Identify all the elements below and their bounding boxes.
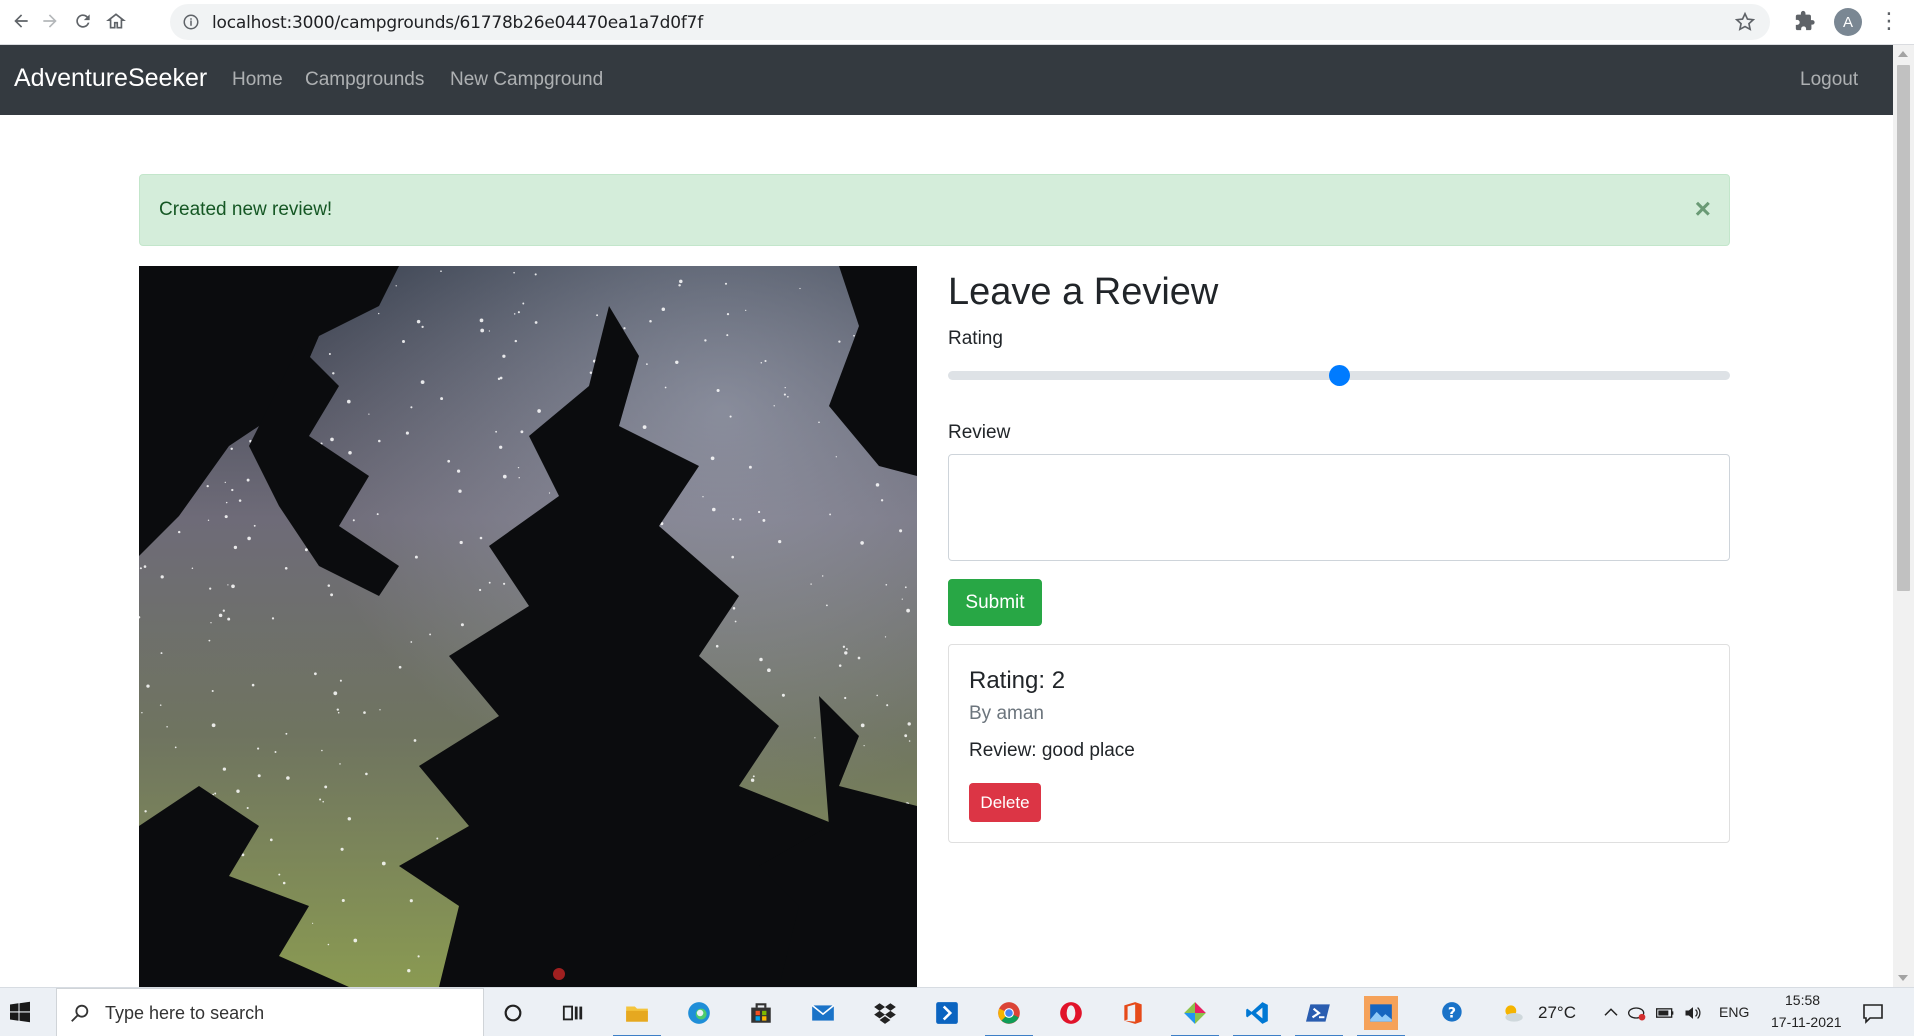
notifications-icon[interactable]: [1856, 996, 1890, 1030]
volume-icon[interactable]: [1676, 996, 1710, 1030]
navbar-brand[interactable]: AdventureSeeker: [14, 64, 207, 93]
language-indicator[interactable]: ENG: [1719, 1004, 1749, 1020]
file-explorer-icon[interactable]: [613, 996, 661, 1036]
photos-icon[interactable]: [1357, 996, 1405, 1036]
dropbox-icon[interactable]: [868, 996, 902, 1030]
git-app-icon[interactable]: [1171, 996, 1219, 1036]
menu-icon[interactable]: ⋮: [1878, 10, 1900, 34]
help-icon[interactable]: ?: [1436, 996, 1470, 1030]
back-icon[interactable]: [8, 8, 34, 34]
review-card: Rating: 2 By aman Review: good place Del…: [948, 644, 1730, 843]
taskbar: Type here to search ? 27°C ENG 15:58 17-…: [0, 987, 1914, 1036]
campground-image: [139, 266, 917, 987]
vscode-icon[interactable]: [1233, 996, 1281, 1036]
address-bar[interactable]: localhost:3000/campgrounds/61778b26e0447…: [170, 4, 1770, 40]
terminal-icon[interactable]: [1295, 996, 1343, 1036]
profile-initial: A: [1842, 13, 1853, 31]
success-alert: Created new review! ×: [139, 174, 1730, 246]
cortana-icon[interactable]: [496, 996, 530, 1030]
mail-icon[interactable]: [806, 996, 840, 1030]
windows-start-icon[interactable]: [8, 1000, 34, 1026]
home-icon[interactable]: [103, 8, 129, 34]
submit-button[interactable]: Submit: [948, 579, 1042, 626]
review-textarea[interactable]: [948, 454, 1730, 561]
task-view-icon[interactable]: [556, 996, 590, 1030]
url-text[interactable]: localhost:3000/campgrounds/61778b26e0447…: [212, 13, 703, 33]
info-icon[interactable]: [182, 13, 200, 31]
page-scrollbar[interactable]: [1893, 45, 1914, 987]
forward-icon[interactable]: [37, 8, 63, 34]
weather-temperature[interactable]: 27°C: [1538, 1003, 1576, 1023]
alert-message: Created new review!: [159, 199, 333, 220]
nav-link-new-campground[interactable]: New Campground: [450, 69, 603, 91]
search-placeholder[interactable]: Type here to search: [105, 1003, 264, 1024]
nav-link-logout[interactable]: Logout: [1800, 69, 1858, 91]
close-icon[interactable]: ×: [1695, 195, 1711, 223]
powershell-app-icon[interactable]: [930, 996, 964, 1030]
svg-text:?: ?: [1448, 1005, 1456, 1021]
navbar: AdventureSeeker Home Campgrounds New Cam…: [0, 45, 1893, 115]
star-icon[interactable]: [1734, 11, 1756, 33]
review-heading: Leave a Review: [948, 271, 1219, 313]
review-author: By aman: [969, 703, 1044, 724]
store-icon[interactable]: [744, 996, 778, 1030]
search-icon: [69, 1002, 91, 1024]
scroll-down-icon[interactable]: [1898, 975, 1908, 981]
weather-icon[interactable]: [1496, 996, 1530, 1030]
scroll-up-icon[interactable]: [1898, 51, 1908, 57]
scrollbar-thumb[interactable]: [1897, 65, 1910, 591]
rating-slider[interactable]: [948, 364, 1730, 386]
page-viewport: AdventureSeeker Home Campgrounds New Cam…: [0, 45, 1893, 987]
clock-time[interactable]: 15:58: [1785, 992, 1820, 1008]
nav-link-campgrounds[interactable]: Campgrounds: [305, 69, 424, 91]
review-rating: Rating: 2: [969, 667, 1066, 694]
profile-avatar[interactable]: A: [1834, 8, 1862, 36]
nav-link-home[interactable]: Home: [232, 69, 283, 91]
reload-icon[interactable]: [70, 8, 96, 34]
office-icon[interactable]: [1116, 996, 1150, 1030]
edge-icon[interactable]: [682, 996, 716, 1030]
extensions-icon[interactable]: [1794, 10, 1816, 32]
opera-icon[interactable]: [1054, 996, 1088, 1030]
rating-label: Rating: [948, 328, 1003, 349]
rating-slider-thumb[interactable]: [1329, 365, 1350, 386]
chrome-icon[interactable]: [985, 996, 1033, 1036]
review-text: Review: good place: [969, 740, 1135, 761]
clock-date[interactable]: 17-11-2021: [1771, 1014, 1842, 1030]
delete-button[interactable]: Delete: [969, 783, 1041, 822]
browser-toolbar: localhost:3000/campgrounds/61778b26e0447…: [0, 0, 1914, 45]
taskbar-search[interactable]: Type here to search: [56, 988, 484, 1036]
review-label: Review: [948, 422, 1011, 443]
